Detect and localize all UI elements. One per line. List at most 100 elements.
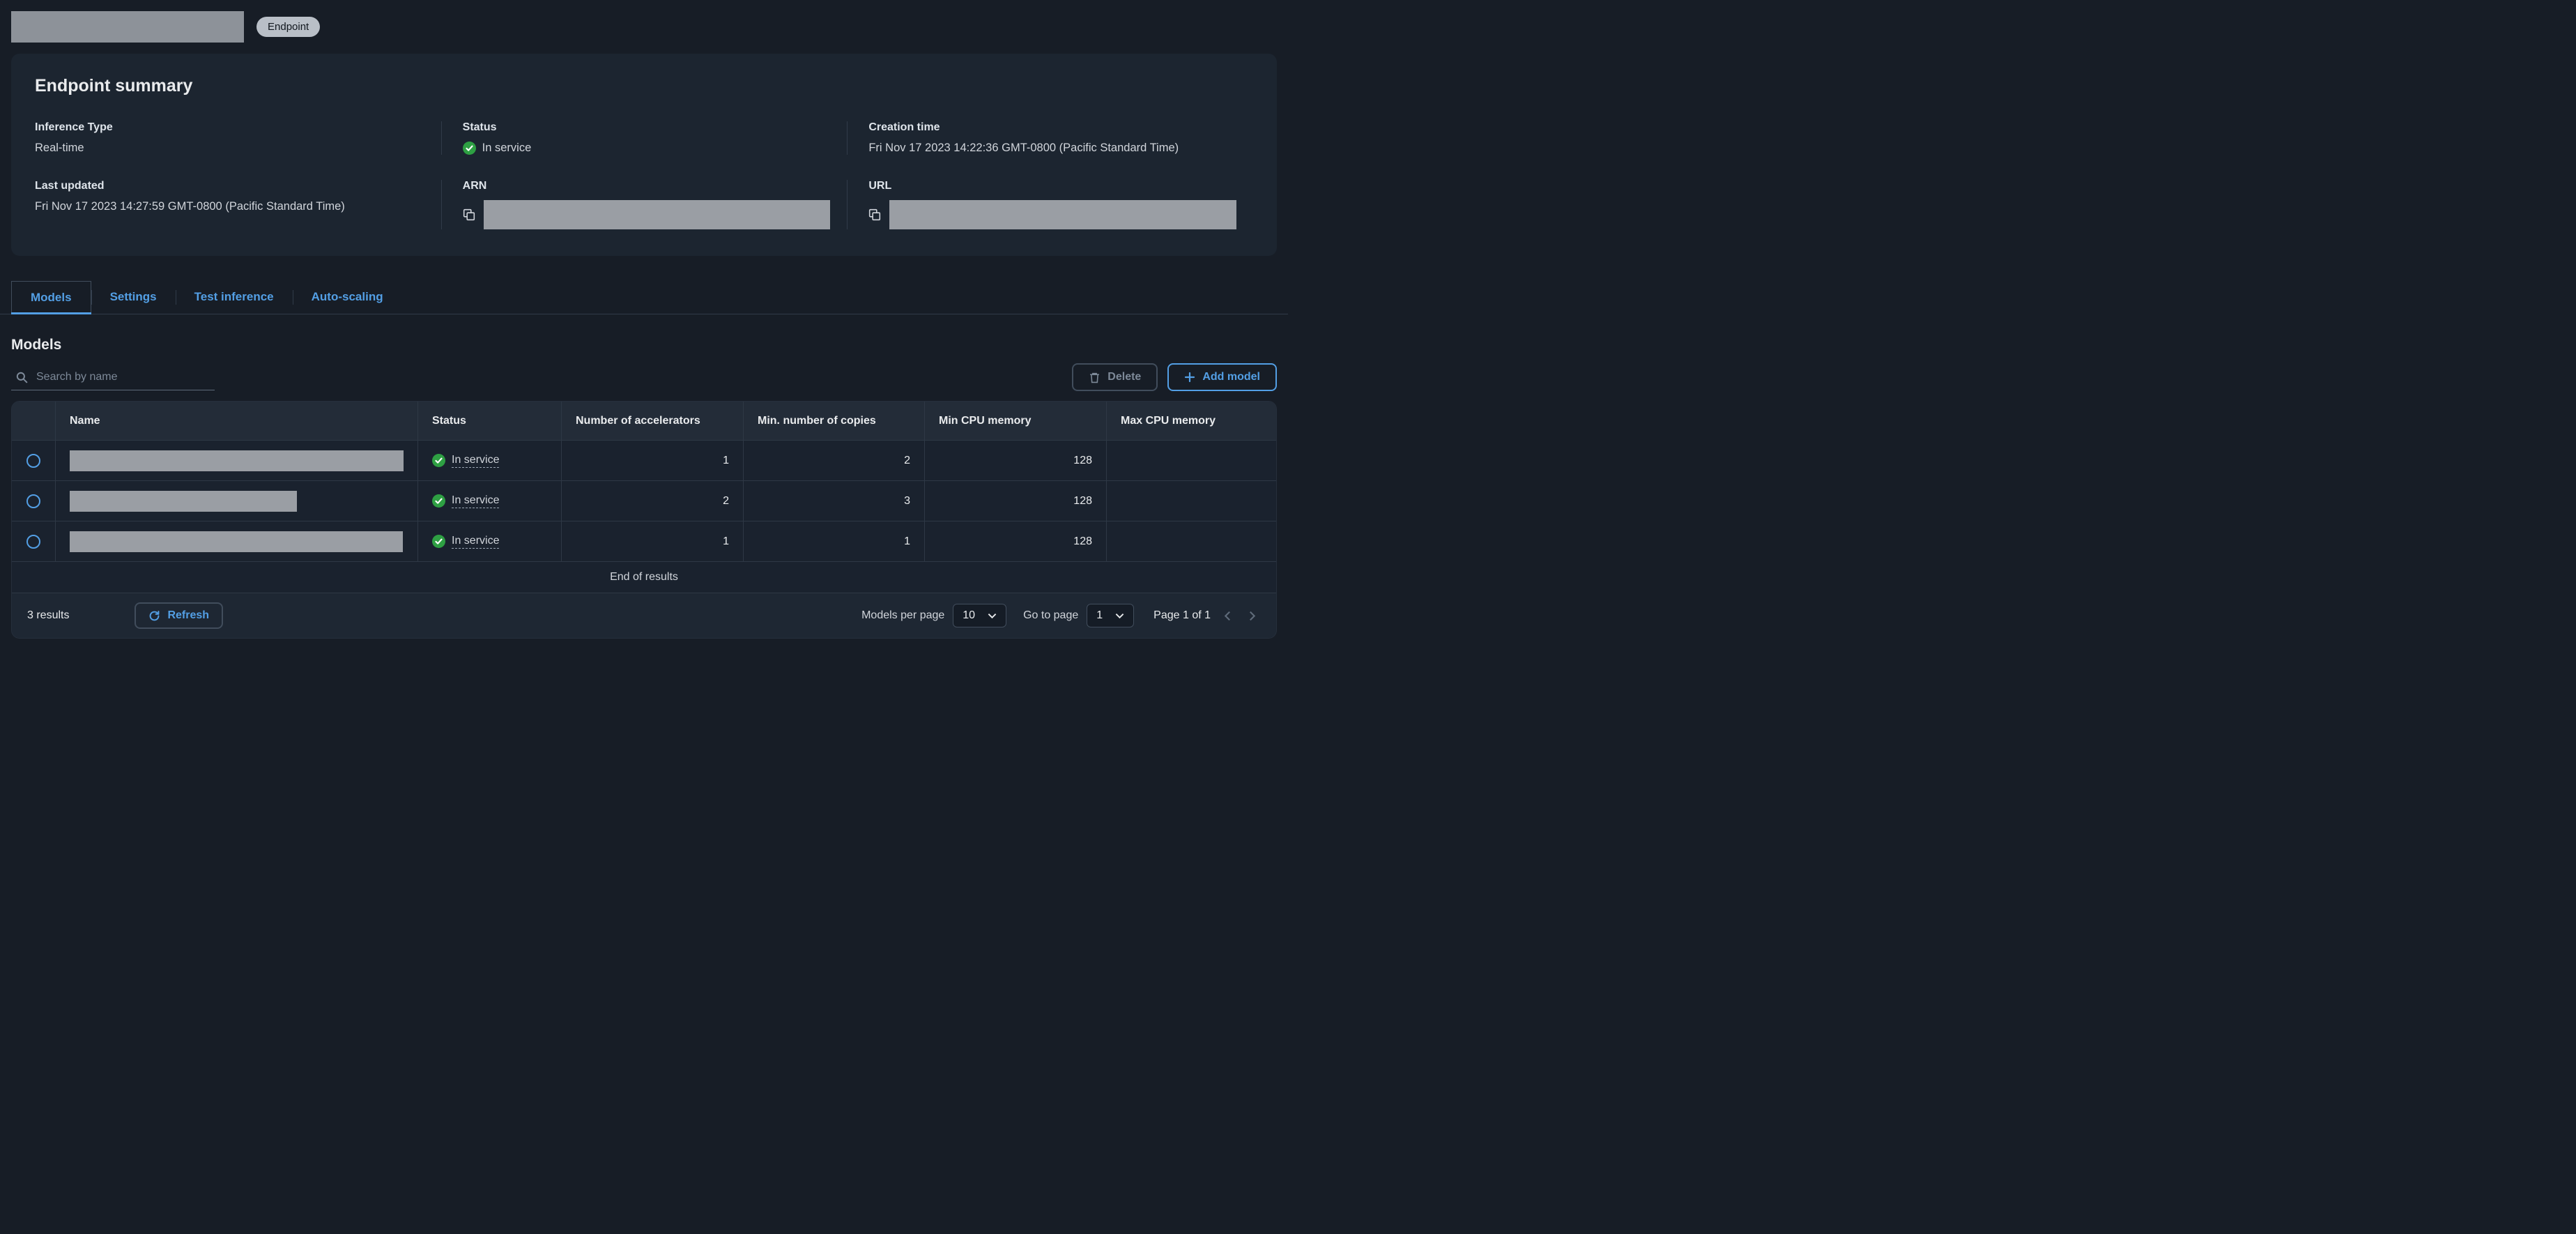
next-page-button[interactable] [1244, 608, 1261, 624]
max-cpu-value [1106, 481, 1276, 521]
column-header-min-copies[interactable]: Min. number of copies [743, 402, 924, 440]
tab-auto-scaling[interactable]: Auto-scaling [292, 281, 402, 314]
url-field: URL [847, 180, 1253, 229]
end-of-results: End of results [12, 561, 1276, 593]
accelerators-value: 1 [561, 441, 743, 480]
row-select-radio[interactable] [26, 494, 40, 508]
model-name-redacted [70, 450, 404, 471]
results-count: 3 results [27, 609, 70, 621]
url-value-redacted [889, 200, 1236, 229]
trash-icon [1089, 372, 1101, 383]
delete-button[interactable]: Delete [1072, 363, 1158, 391]
status-success-icon [432, 494, 445, 508]
arn-value-redacted [483, 200, 831, 229]
model-search-box[interactable] [11, 365, 215, 390]
model-name-redacted [70, 490, 297, 512]
last-updated-value: Fri Nov 17 2023 14:27:59 GMT-0800 (Pacif… [35, 200, 345, 213]
creation-time-field: Creation time Fri Nov 17 2023 14:22:36 G… [847, 121, 1253, 155]
tab-test-inference-label: Test inference [194, 290, 274, 303]
table-header-row: Name Status Number of accelerators Min. … [12, 402, 1276, 440]
column-header-name[interactable]: Name [55, 402, 417, 440]
search-icon [15, 371, 28, 383]
endpoint-summary-title: Endpoint summary [35, 76, 193, 96]
last-updated-field: Last updated Fri Nov 17 2023 14:27:59 GM… [35, 180, 441, 229]
table-row: In service 1 2 128 [12, 440, 1276, 480]
arn-field: ARN [440, 180, 848, 229]
creation-time-value: Fri Nov 17 2023 14:22:36 GMT-0800 (Pacif… [868, 142, 1179, 154]
prev-page-button[interactable] [1219, 608, 1236, 624]
arn-copy-button[interactable] [463, 208, 475, 221]
url-copy-button[interactable] [868, 208, 881, 221]
table-row: In service 1 1 128 [12, 521, 1276, 561]
inference-type-value: Real-time [35, 142, 84, 154]
add-model-button[interactable]: Add model [1167, 363, 1277, 391]
models-section-title: Models [11, 337, 62, 353]
status-value: In service [482, 142, 532, 154]
model-status-link[interactable]: In service [452, 494, 500, 508]
models-toolbar: Delete Add model [11, 363, 1277, 391]
chevron-right-icon [1249, 611, 1256, 621]
models-per-page-label: Models per page [861, 609, 945, 621]
tab-settings[interactable]: Settings [91, 281, 176, 314]
models-per-page-select[interactable]: 10 [953, 604, 1007, 627]
status-field: Status In service [440, 121, 848, 155]
endpoint-summary-grid: Inference Type Real-time Status In servi… [35, 121, 1253, 229]
refresh-icon [148, 610, 160, 622]
column-header-accelerators[interactable]: Number of accelerators [561, 402, 743, 440]
tab-test-inference[interactable]: Test inference [175, 281, 293, 314]
min-cpu-value: 128 [924, 521, 1106, 561]
min-cpu-value: 128 [924, 481, 1106, 521]
page-indicator: Page 1 of 1 [1153, 609, 1211, 621]
last-updated-label: Last updated [35, 180, 105, 192]
refresh-button[interactable]: Refresh [135, 602, 224, 629]
page-header: Endpoint [0, 0, 1288, 54]
models-per-page-value: 10 [963, 609, 976, 621]
tab-strip: Models Settings Test inference Auto-scal… [0, 281, 1288, 314]
model-search-input[interactable] [35, 370, 210, 384]
delete-button-label: Delete [1107, 371, 1142, 383]
accelerators-value: 2 [561, 481, 743, 521]
status-success-icon [432, 535, 445, 548]
go-to-page-label: Go to page [1023, 609, 1079, 621]
chevron-down-icon [988, 613, 997, 619]
column-header-status[interactable]: Status [417, 402, 561, 440]
chevron-left-icon [1224, 611, 1231, 621]
max-cpu-value [1106, 521, 1276, 561]
model-status-link[interactable]: In service [452, 454, 500, 468]
row-select-radio[interactable] [26, 453, 40, 468]
min-copies-value: 2 [743, 441, 924, 480]
status-label: Status [462, 121, 497, 133]
model-name-redacted [70, 531, 403, 552]
inference-type-label: Inference Type [35, 121, 113, 133]
status-success-icon [462, 142, 476, 155]
chevron-down-icon [1115, 613, 1124, 619]
endpoint-summary-card: Endpoint summary Inference Type Real-tim… [11, 54, 1277, 256]
tab-settings-label: Settings [109, 290, 157, 303]
refresh-button-label: Refresh [167, 609, 210, 621]
models-table: Name Status Number of accelerators Min. … [11, 401, 1277, 639]
column-header-min-cpu[interactable]: Min CPU memory [924, 402, 1106, 440]
table-footer: 3 results Refresh Models per page 10 Go … [12, 593, 1276, 638]
column-header-max-cpu[interactable]: Max CPU memory [1106, 402, 1276, 440]
url-label: URL [868, 180, 892, 192]
row-select-radio[interactable] [26, 534, 40, 549]
min-copies-value: 1 [743, 521, 924, 561]
endpoint-type-badge: Endpoint [256, 17, 321, 37]
min-cpu-value: 128 [924, 441, 1106, 480]
tab-models[interactable]: Models [11, 281, 91, 314]
arn-label: ARN [462, 180, 487, 192]
model-status-link[interactable]: In service [452, 535, 500, 549]
tab-auto-scaling-label: Auto-scaling [311, 290, 383, 303]
go-to-page-value: 1 [1096, 609, 1103, 621]
inference-type-field: Inference Type Real-time [35, 121, 441, 155]
add-model-button-label: Add model [1202, 371, 1260, 383]
min-copies-value: 3 [743, 481, 924, 521]
max-cpu-value [1106, 441, 1276, 480]
go-to-page-select[interactable]: 1 [1087, 604, 1135, 627]
tab-models-label: Models [31, 291, 72, 304]
copy-icon [463, 208, 475, 221]
plus-icon [1184, 372, 1195, 383]
creation-time-label: Creation time [868, 121, 940, 133]
table-row: In service 2 3 128 [12, 480, 1276, 521]
accelerators-value: 1 [561, 521, 743, 561]
